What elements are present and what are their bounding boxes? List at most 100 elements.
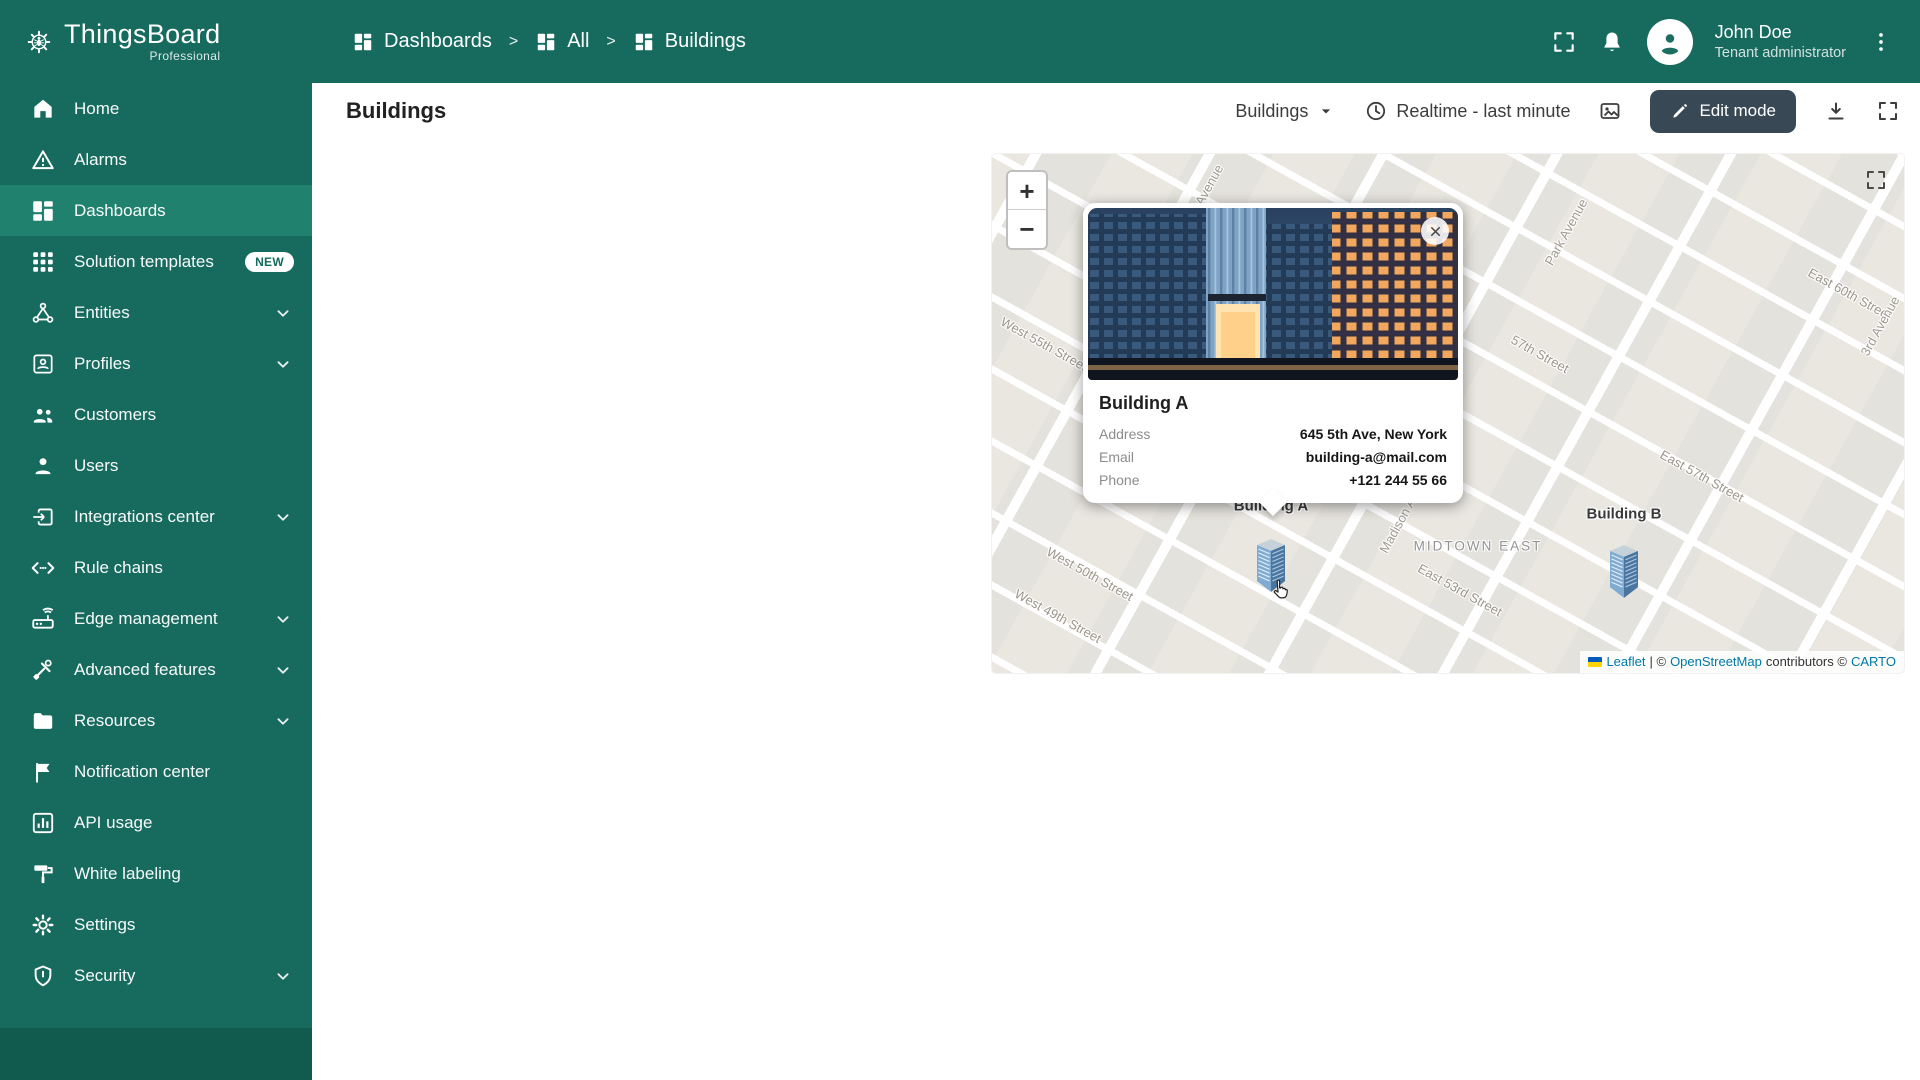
chevron-down-icon [272,965,294,987]
field-value: +121 244 55 66 [1349,472,1447,488]
fullscreen-icon [1876,99,1900,123]
sidebar-item-integrations-center[interactable]: Integrations center [0,491,312,542]
popup-card: Building A Address645 5th Ave, New YorkE… [1083,203,1463,503]
sidebar-item-label: Solution templates [74,252,214,272]
attribution-text: contributors © [1766,654,1847,669]
download-button[interactable] [1824,99,1848,123]
sidebar-item-label: Advanced features [74,660,216,680]
breadcrumb: Dashboards>All>Buildings [352,30,746,53]
sidebar-item-profiles[interactable]: Profiles [0,338,312,389]
breadcrumb-item-buildings[interactable]: Buildings [633,30,746,53]
toolbar-fullscreen-button[interactable] [1876,99,1900,123]
customers-icon [30,402,56,428]
sidebar-item-alarms[interactable]: Alarms [0,134,312,185]
app-root: ThingsBoard Professional Home Alarms Dashb… [0,0,1920,1080]
sidebar-item-edge-management[interactable]: Edge management [0,593,312,644]
sidebar-item-users[interactable]: Users [0,440,312,491]
dashboard-state-select[interactable]: Buildings [1235,101,1336,122]
sidebar-item-solution-templates[interactable]: Solution templatesNEW [0,236,312,287]
dashboards-icon [352,31,374,53]
toolbar-actions: Buildings Realtime - last minute Edit mo… [1235,90,1900,133]
chevron-down-icon [272,353,294,375]
top-header: Dashboards>All>Buildings John Doe Tenant… [312,0,1920,83]
brand-name: ThingsBoard [64,20,220,48]
sidebar-item-dashboards[interactable]: Dashboards [0,185,312,236]
marker-building-a[interactable] [1249,538,1293,594]
image-gallery-button[interactable] [1598,99,1622,123]
edit-mode-button[interactable]: Edit mode [1650,90,1796,133]
sidebar-item-label: Dashboards [74,201,166,221]
sidebar-item-white-labeling[interactable]: White labeling [0,848,312,899]
paint-icon [30,861,56,887]
edit-mode-label: Edit mode [1699,101,1776,121]
state-select-value: Buildings [1235,101,1308,122]
sidebar-item-api-usage[interactable]: API usage [0,797,312,848]
field-label: Address [1099,426,1150,442]
page-title: Buildings [346,98,446,124]
sidebar-item-label: Alarms [74,150,127,170]
map-attribution: Leaflet | © OpenStreetMap contributors ©… [1580,651,1904,673]
zoom-out-button[interactable]: − [1008,210,1046,248]
popup-close-button[interactable] [1421,217,1449,245]
sidebar-item-settings[interactable]: Settings [0,899,312,950]
sidebar-item-customers[interactable]: Customers [0,389,312,440]
entities-icon [30,300,56,326]
sidebar-item-label: Rule chains [74,558,163,578]
fullscreen-button[interactable] [1551,29,1577,55]
timewindow-value: Realtime - last minute [1396,101,1570,122]
user-avatar[interactable] [1647,19,1693,65]
chevron-down-icon [272,659,294,681]
user-info[interactable]: John Doe Tenant administrator [1715,21,1846,62]
download-icon [1824,99,1848,123]
breadcrumb-item-all[interactable]: All [535,30,589,53]
sidebar-item-home[interactable]: Home [0,83,312,134]
breadcrumb-label: Dashboards [384,30,492,53]
sidebar-item-entities[interactable]: Entities [0,287,312,338]
sidebar-item-rule-chains[interactable]: Rule chains [0,542,312,593]
notifications-bell-button[interactable] [1599,29,1625,55]
map-zoom-control: + − [1006,170,1048,250]
chevron-down-icon [1316,101,1336,121]
sidebar-item-security[interactable]: Security [0,950,312,1001]
timewindow-button[interactable]: Realtime - last minute [1364,99,1570,123]
sidebar-item-label: API usage [74,813,152,833]
chart-icon [30,810,56,836]
sidebar-item-advanced-features[interactable]: Advanced features [0,644,312,695]
dashboards-icon [535,31,557,53]
sidebar-item-label: Notification center [74,762,210,782]
dashboard-content: 5th AvenueWest 55th StreetWest 50th Stre… [312,139,1920,1080]
marker-building-b[interactable] [1602,544,1646,600]
dashboards-icon [30,198,56,224]
more-menu-button[interactable] [1868,29,1894,55]
breadcrumb-item-dashboards[interactable]: Dashboards [352,30,492,53]
carto-link[interactable]: CARTO [1851,654,1896,669]
sidebar-item-label: Customers [74,405,156,425]
breadcrumb-label: Buildings [665,30,746,53]
openstreetmap-link[interactable]: OpenStreetMap [1670,654,1762,669]
edge-icon [30,606,56,632]
map-label-district: MIDTOWN EAST [1414,539,1543,554]
leaflet-link[interactable]: Leaflet [1606,654,1645,669]
sidebar-item-resources[interactable]: Resources [0,695,312,746]
chevron-down-icon [272,608,294,630]
thingsboard-logo[interactable]: ThingsBoard Professional [0,0,312,83]
sidebar-item-label: Edge management [74,609,218,629]
apps-icon [30,249,56,275]
zoom-in-button[interactable]: + [1008,172,1046,210]
marker-label-building-b: Building B [1587,506,1662,523]
sidebar-item-notification-center[interactable]: Notification center [0,746,312,797]
field-value: building-a@mail.com [1306,449,1447,465]
flag-icon [30,759,56,785]
image-icon [1598,99,1622,123]
sidebar-menu: Home Alarms Dashboards Solution templatesNE… [0,83,312,1028]
brand-edition: Professional [150,49,221,63]
map-fullscreen-button[interactable] [1864,168,1888,195]
attribution-text: | © [1649,654,1666,669]
sidebar-item-label: White labeling [74,864,181,884]
field-label: Email [1099,449,1134,465]
sidebar-item-label: Home [74,99,119,119]
sidebar-item-label: Entities [74,303,130,323]
sidebar-item-label: Users [74,456,118,476]
map-widget[interactable]: 5th AvenueWest 55th StreetWest 50th Stre… [992,154,1904,673]
tools-icon [30,657,56,683]
